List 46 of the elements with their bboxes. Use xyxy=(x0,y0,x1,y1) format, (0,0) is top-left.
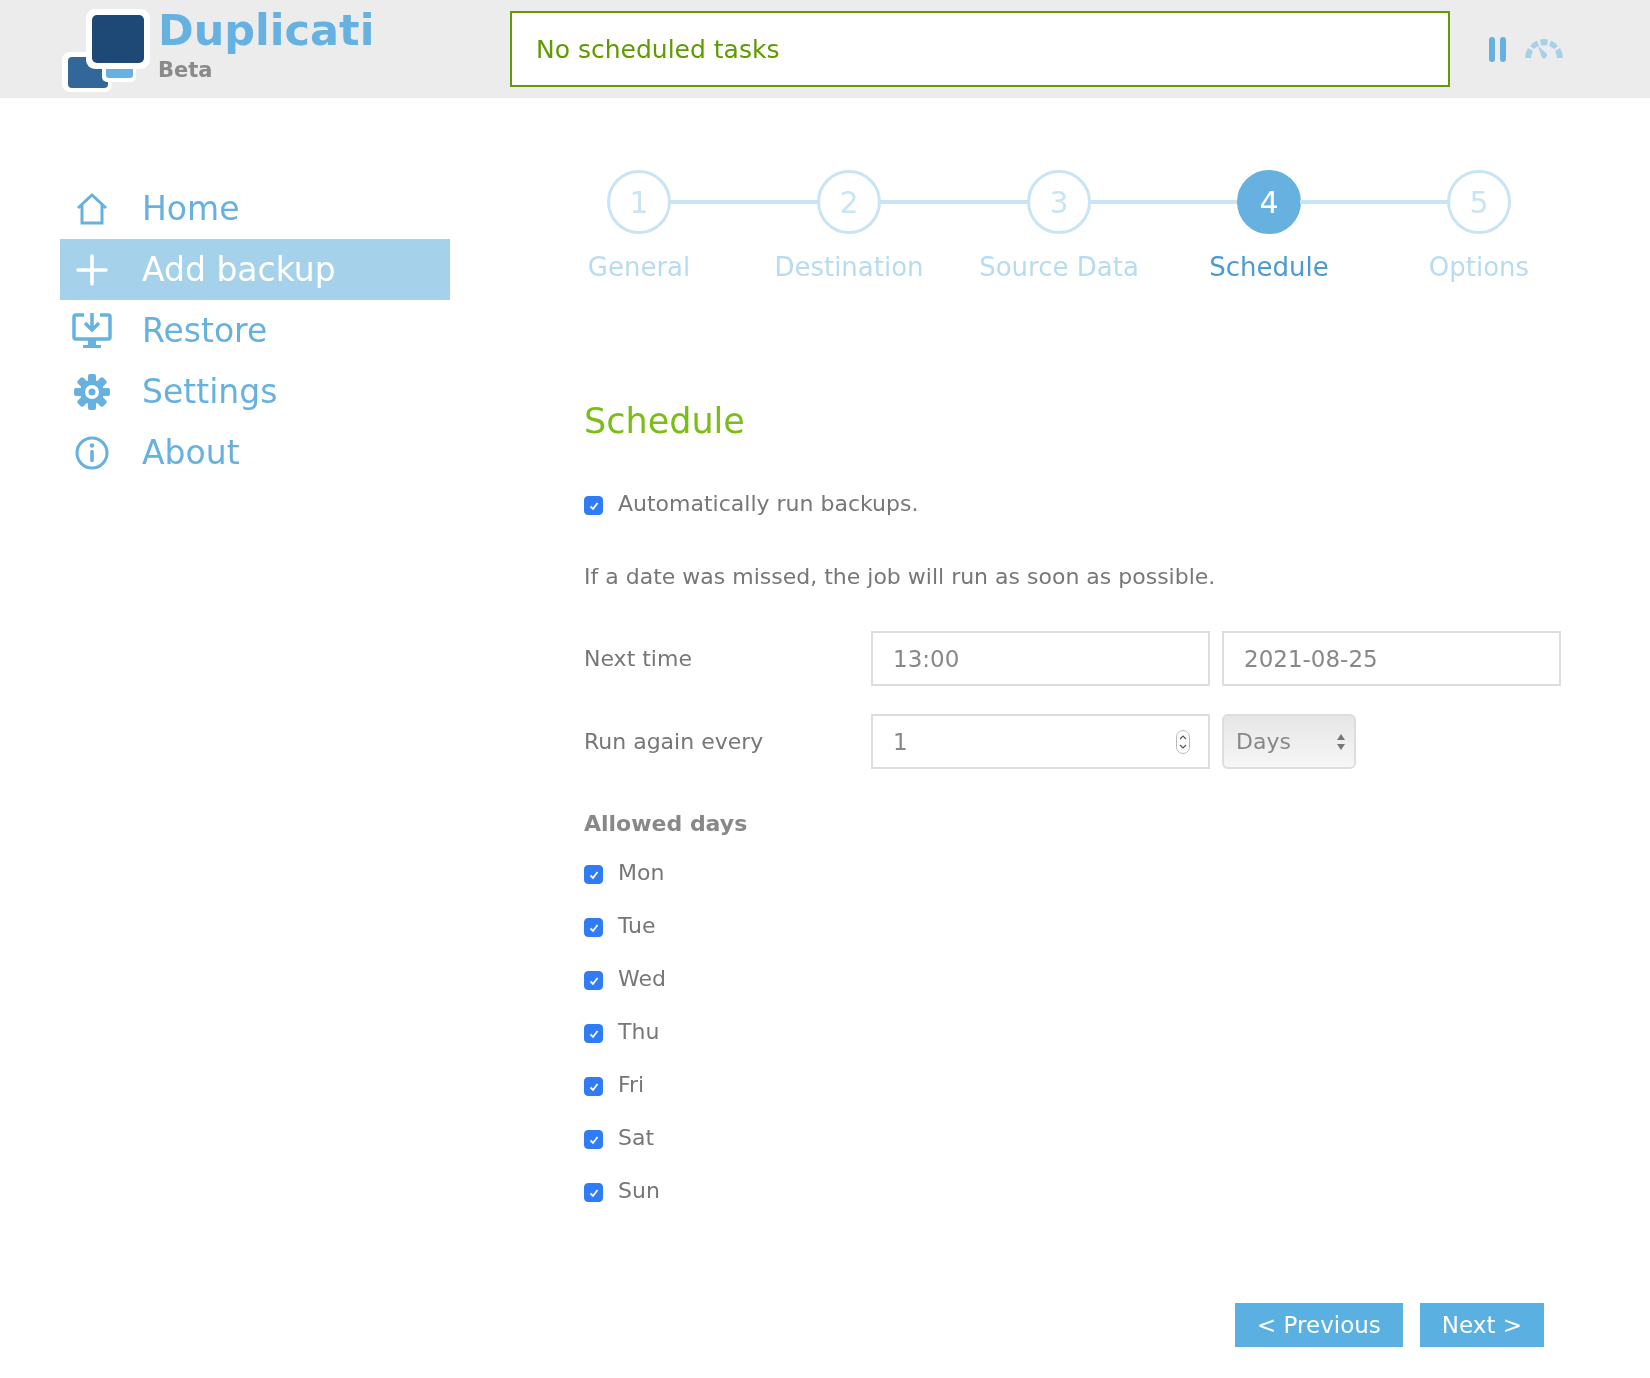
checkbox[interactable] xyxy=(584,918,603,937)
step-label[interactable]: Source Data xyxy=(979,252,1139,282)
step-label[interactable]: Schedule xyxy=(1209,252,1329,282)
sidebar-item[interactable]: Add backup xyxy=(60,239,450,300)
sidebar-item[interactable]: Home xyxy=(60,178,450,239)
time-field[interactable]: 13:00 xyxy=(871,631,1210,686)
step-label[interactable]: Destination xyxy=(774,252,924,282)
checkbox[interactable] xyxy=(584,1024,603,1043)
checkbox-label: Sat xyxy=(618,1125,655,1150)
checkbox[interactable] xyxy=(584,1130,603,1149)
logo-icon xyxy=(60,6,152,94)
step-label[interactable]: Options xyxy=(1428,252,1530,282)
checkbox[interactable] xyxy=(584,1077,603,1096)
checkbox-label: Fri xyxy=(618,1072,645,1097)
app-subtitle: Beta xyxy=(158,58,214,82)
spinner-arrows-icon[interactable] xyxy=(1176,729,1190,754)
info-text: If a date was missed, the job will run as soon as possible. xyxy=(584,564,1217,589)
next-button[interactable]: Next > xyxy=(1419,1303,1544,1347)
number-field[interactable]: 1 xyxy=(871,714,1210,769)
checkbox-label: Sun xyxy=(618,1178,660,1203)
checkbox[interactable] xyxy=(584,971,603,990)
checkbox[interactable] xyxy=(584,865,603,884)
previous-button[interactable]: < Previous xyxy=(1235,1303,1403,1347)
step-circle[interactable]: 4 xyxy=(1237,170,1301,234)
checkbox-label: Automatically run backups. xyxy=(618,491,919,516)
gear-icon xyxy=(72,372,112,411)
checkbox-label: Mon xyxy=(618,860,665,885)
subsection-heading: Allowed days xyxy=(584,811,749,836)
status-message: No scheduled tasks xyxy=(510,11,1450,87)
monitor-download-icon xyxy=(72,311,112,350)
sidebar-item[interactable]: Restore xyxy=(60,300,450,361)
checkbox[interactable] xyxy=(584,1183,603,1202)
section-heading: Schedule xyxy=(584,401,746,441)
sidebar-item[interactable]: About xyxy=(60,422,450,483)
checkbox-label: Thu xyxy=(618,1019,660,1044)
checkbox[interactable] xyxy=(584,496,603,515)
app-title: Duplicati xyxy=(158,4,375,56)
step-label[interactable]: General xyxy=(587,252,691,282)
unit-dropdown[interactable]: Days xyxy=(1222,714,1356,769)
checkbox-label: Wed xyxy=(618,966,666,991)
date-field[interactable]: 2021-08-25 xyxy=(1222,631,1561,686)
field-label: Run again every xyxy=(584,729,765,754)
field-label: Next time xyxy=(584,646,693,671)
checkbox-label: Tue xyxy=(618,913,656,938)
sidebar-item[interactable]: Settings xyxy=(60,361,450,422)
pause-icon[interactable] xyxy=(1488,35,1508,63)
